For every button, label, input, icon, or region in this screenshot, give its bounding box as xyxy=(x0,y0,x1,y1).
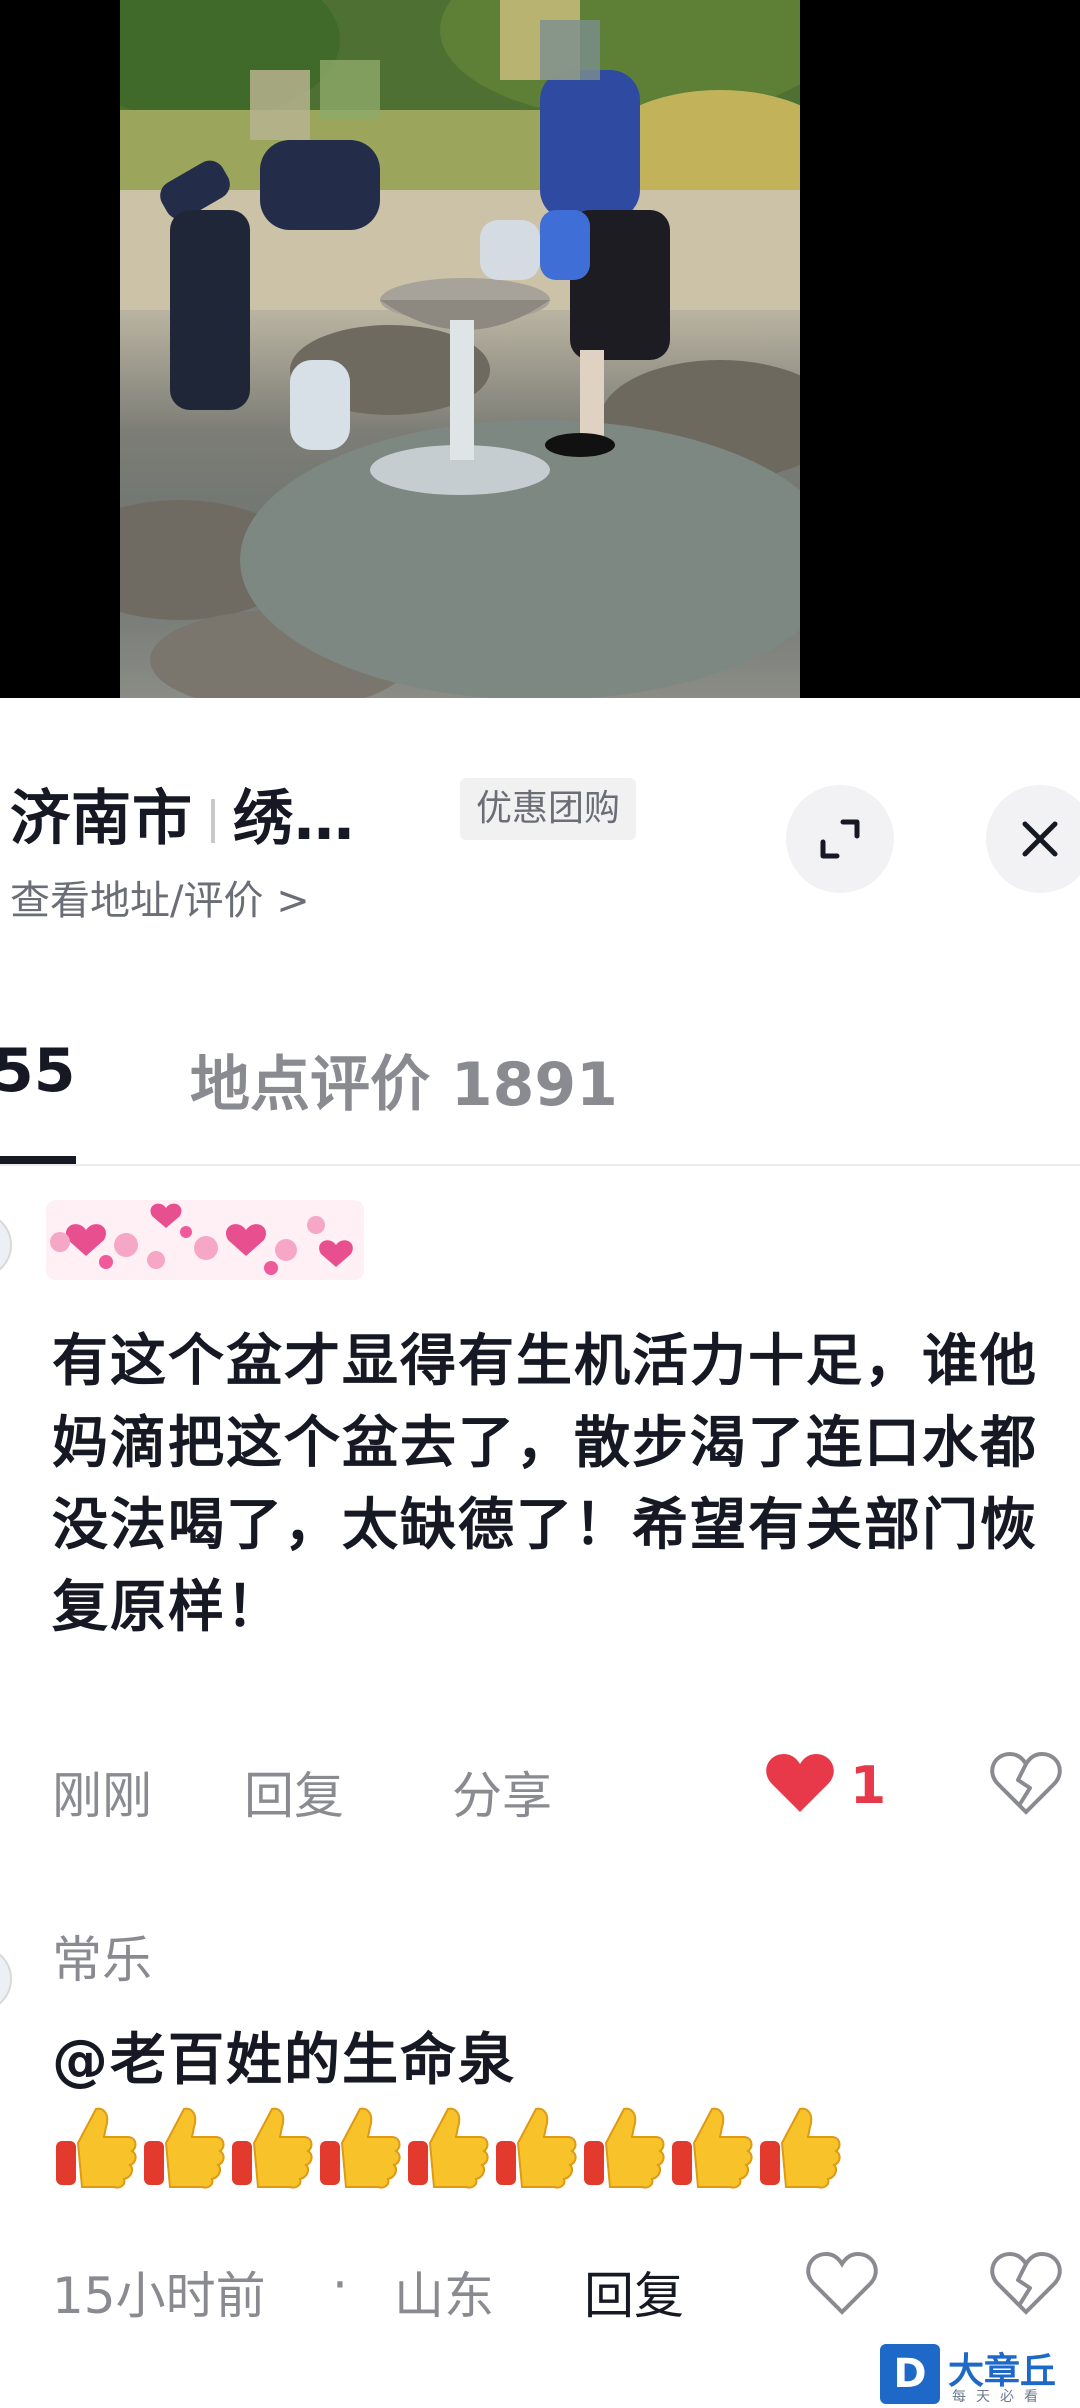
comment-text: 有这个盆才显得有生机活力十足，谁他妈滴把这个盆去了，散步渴了连口水都没法喝了，太… xyxy=(52,1329,1038,1640)
close-icon xyxy=(1022,821,1058,857)
heart-outline-icon xyxy=(806,2251,878,2315)
avatar[interactable] xyxy=(0,1212,12,1278)
mention-link[interactable]: @老百姓的生命泉 xyxy=(52,2028,516,2093)
poi-name-city: 济南市 xyxy=(10,784,193,854)
thumbs-up-icon xyxy=(56,2107,137,2189)
comment-author-sticker[interactable] xyxy=(46,1190,364,1290)
heart-filled-icon xyxy=(766,1754,834,1812)
tab-place-reviews[interactable]: 地点评价 1891 xyxy=(190,1036,618,1123)
expand-icon xyxy=(820,819,860,859)
title-divider xyxy=(211,799,215,843)
tab-videos[interactable]: 55 xyxy=(0,1036,76,1106)
view-address-reviews-link[interactable]: 查看地址/评价 > xyxy=(10,868,310,926)
scene-illustration xyxy=(120,0,800,698)
comment-text: @老百姓的生命泉 xyxy=(52,2020,1042,2189)
watermark-logo: D xyxy=(880,2344,940,2404)
watermark: D 大章丘 每天必看 xyxy=(880,2340,1080,2408)
like-count: 1 xyxy=(850,1756,887,1816)
poi-name-suffix: 绣… xyxy=(233,784,355,854)
video-frame-image xyxy=(120,0,800,698)
active-tab-indicator xyxy=(0,1156,76,1164)
comment-time: 刚刚 xyxy=(52,1767,152,1825)
thumbs-up-icon xyxy=(760,2107,841,2189)
comment-time: 15小时前 xyxy=(52,2267,266,2325)
thumbs-up-icon xyxy=(496,2107,577,2189)
thumbs-up-icon xyxy=(584,2107,665,2189)
reply-button[interactable]: 回复 xyxy=(244,1756,344,1828)
dislike-button[interactable] xyxy=(990,1750,1062,1816)
poi-header: 济南市 绣… 优惠团购 查看地址/评价 > xyxy=(0,698,1080,990)
like-button[interactable] xyxy=(764,1750,836,1816)
thumbs-up-icon xyxy=(672,2107,753,2189)
close-button[interactable] xyxy=(986,785,1080,893)
deal-tag[interactable]: 优惠团购 xyxy=(460,778,637,840)
meta-dot: · xyxy=(332,2256,348,2314)
thumbs-up-emoji-row xyxy=(52,2102,844,2189)
thumbs-up-icon xyxy=(232,2107,313,2189)
tab-bar: 55 地点评价 1891 xyxy=(0,990,1080,1166)
share-button[interactable]: 分享 xyxy=(452,1756,552,1828)
poi-title[interactable]: 济南市 绣… xyxy=(10,770,355,857)
thumbs-up-icon xyxy=(144,2107,225,2189)
like-button[interactable] xyxy=(806,2250,878,2316)
comment-author[interactable]: 常乐 xyxy=(52,1920,152,1992)
hearts-flowers-icon xyxy=(46,1200,364,1280)
video-player[interactable] xyxy=(0,0,1080,698)
broken-heart-icon xyxy=(990,2251,1062,2315)
expand-button[interactable] xyxy=(786,785,894,893)
comment-location: 山东 xyxy=(394,2267,494,2325)
dislike-button[interactable] xyxy=(990,2250,1062,2316)
broken-heart-icon xyxy=(990,1751,1062,1815)
thumbs-up-icon xyxy=(408,2107,489,2189)
watermark-slogan: 每天必看 xyxy=(952,2389,1048,2405)
reply-button[interactable]: 回复 xyxy=(584,2256,684,2328)
avatar[interactable] xyxy=(0,1946,12,2012)
thumbs-up-icon xyxy=(320,2107,401,2189)
